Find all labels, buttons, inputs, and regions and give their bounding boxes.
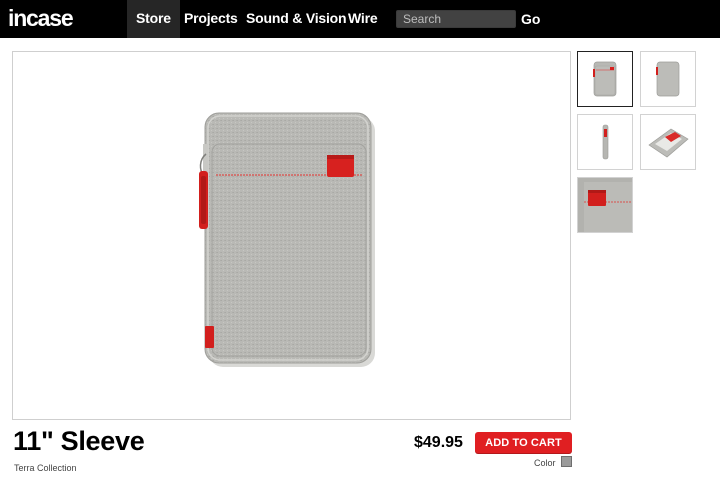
- sleeve-detail-thumb-image: [578, 178, 632, 232]
- svg-text:incase: incase: [8, 6, 73, 31]
- sleeve-back-thumb-image: [656, 61, 680, 97]
- sleeve-open-thumb-image: [648, 128, 689, 158]
- incase-logo[interactable]: incase: [8, 6, 106, 32]
- thumbnail-sleeve-front[interactable]: [577, 51, 633, 107]
- color-swatch-gray[interactable]: [561, 456, 572, 467]
- main-product-image: [12, 51, 571, 420]
- search-input[interactable]: [396, 10, 516, 28]
- sleeve-image: [199, 112, 375, 367]
- go-button[interactable]: Go: [521, 9, 540, 29]
- thumbnail-sleeve-detail[interactable]: [577, 177, 633, 233]
- product-price: $49.95: [414, 434, 463, 451]
- product-title: 11" Sleeve: [13, 426, 145, 456]
- add-to-cart-button[interactable]: ADD TO CART: [475, 432, 572, 454]
- thumbnail-sleeve-side[interactable]: [577, 114, 633, 170]
- sleeve-side-thumb-image: [602, 124, 609, 160]
- product-collection: Terra Collection: [14, 463, 77, 473]
- color-label: Color: [534, 458, 556, 468]
- thumbnail-sleeve-open[interactable]: [640, 114, 696, 170]
- nav-wire[interactable]: Wire: [339, 0, 386, 38]
- nav-sound-vision[interactable]: Sound & Vision: [237, 0, 355, 38]
- top-nav-bar: incase Store Projects Sound & Vision Wir…: [0, 0, 720, 38]
- nav-store[interactable]: Store: [127, 0, 180, 38]
- sleeve-front-thumb-image: [593, 61, 617, 97]
- nav-projects[interactable]: Projects: [175, 0, 247, 38]
- thumbnail-sleeve-back[interactable]: [640, 51, 696, 107]
